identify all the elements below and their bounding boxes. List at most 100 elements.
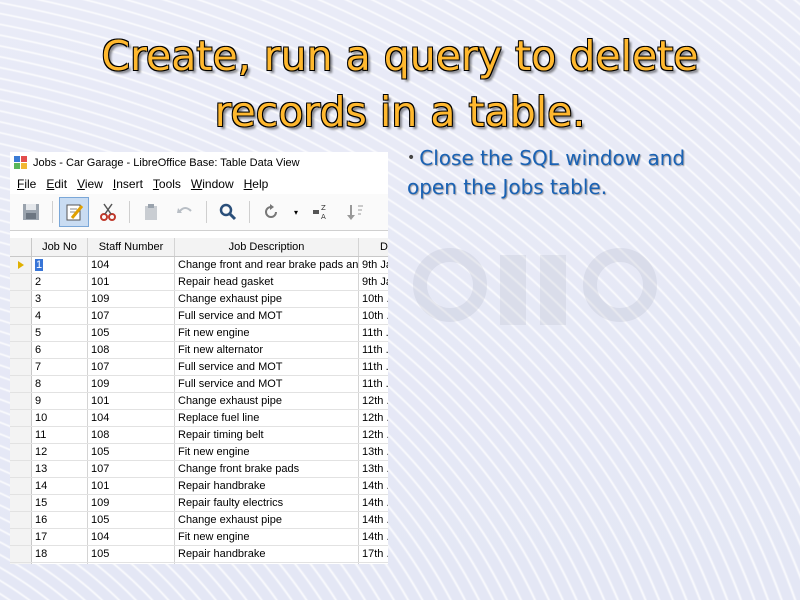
- cell-job-description[interactable]: Change exhaust pipe: [175, 291, 359, 307]
- row-selector[interactable]: [10, 325, 32, 341]
- cell-date[interactable]: 10th .: [359, 291, 388, 307]
- cell-job-no[interactable]: 11: [32, 427, 88, 443]
- cell-job-no[interactable]: 18: [32, 546, 88, 562]
- cell-date[interactable]: 14th .: [359, 478, 388, 494]
- table-row[interactable]: 4 107 Full service and MOT 10th .: [10, 308, 388, 325]
- cell-job-description[interactable]: Repair faulty electrics: [175, 495, 359, 511]
- save-button[interactable]: [16, 197, 46, 227]
- cell-staff-number[interactable]: 101: [88, 478, 175, 494]
- cell-staff-number[interactable]: 107: [88, 461, 175, 477]
- row-selector[interactable]: [10, 274, 32, 290]
- cell-date[interactable]: 12th .: [359, 410, 388, 426]
- cell-date[interactable]: 11th .: [359, 359, 388, 375]
- cell-date[interactable]: 9th Ja: [359, 274, 388, 290]
- cell-date[interactable]: 14th .: [359, 529, 388, 545]
- menu-help[interactable]: Help: [239, 177, 274, 191]
- column-header-staff-number[interactable]: Staff Number: [88, 238, 175, 256]
- cell-job-description[interactable]: Change exhaust pipe: [175, 512, 359, 528]
- table-row[interactable]: 9 101 Change exhaust pipe 12th .: [10, 393, 388, 410]
- menu-insert[interactable]: Insert: [108, 177, 148, 191]
- cell-staff-number[interactable]: 104: [88, 529, 175, 545]
- cell-staff-number[interactable]: 109: [88, 291, 175, 307]
- table-row[interactable]: 10 104 Replace fuel line 12th .: [10, 410, 388, 427]
- row-selector[interactable]: [10, 410, 32, 426]
- column-header-job-description[interactable]: Job Description: [175, 238, 359, 256]
- table-row[interactable]: 17 104 Fit new engine 14th .: [10, 529, 388, 546]
- cell-date[interactable]: 9th Ja: [359, 257, 388, 273]
- new-record-row[interactable]: ✲: [10, 563, 388, 564]
- table-data-grid[interactable]: Job No Staff Number Job Description D 11…: [10, 238, 388, 564]
- find-button[interactable]: [213, 197, 243, 227]
- row-selector[interactable]: [10, 512, 32, 528]
- cell-job-description[interactable]: Fit new engine: [175, 444, 359, 460]
- cell-job-no[interactable]: [32, 563, 88, 564]
- cell-date[interactable]: 10th .: [359, 308, 388, 324]
- cell-staff-number[interactable]: 109: [88, 495, 175, 511]
- refresh-button[interactable]: [256, 197, 286, 227]
- cell-job-description[interactable]: Repair handbrake: [175, 478, 359, 494]
- cell-date[interactable]: 11th .: [359, 325, 388, 341]
- cell-staff-number[interactable]: 104: [88, 257, 175, 273]
- cell-date[interactable]: 11th .: [359, 376, 388, 392]
- cell-staff-number[interactable]: 101: [88, 274, 175, 290]
- row-selector[interactable]: [10, 376, 32, 392]
- cell-job-no[interactable]: 17: [32, 529, 88, 545]
- cell-date[interactable]: [359, 563, 388, 564]
- table-row[interactable]: 3 109 Change exhaust pipe 10th .: [10, 291, 388, 308]
- cell-staff-number[interactable]: 105: [88, 512, 175, 528]
- table-row[interactable]: 18 105 Repair handbrake 17th .: [10, 546, 388, 563]
- cell-date[interactable]: 12th .: [359, 427, 388, 443]
- cell-staff-number[interactable]: 107: [88, 359, 175, 375]
- table-row[interactable]: 16 105 Change exhaust pipe 14th .: [10, 512, 388, 529]
- table-row[interactable]: 1 104 Change front and rear brake pads and…: [10, 257, 388, 274]
- cell-job-no[interactable]: 10: [32, 410, 88, 426]
- cell-job-description[interactable]: Full service and MOT: [175, 376, 359, 392]
- cell-job-no[interactable]: 15: [32, 495, 88, 511]
- row-selector[interactable]: [10, 546, 32, 562]
- undo-button[interactable]: [170, 197, 200, 227]
- cell-job-no[interactable]: 4: [32, 308, 88, 324]
- cell-date[interactable]: 14th .: [359, 512, 388, 528]
- table-row[interactable]: 13 107 Change front brake pads 13th .: [10, 461, 388, 478]
- cell-job-description[interactable]: Replace fuel line: [175, 410, 359, 426]
- row-selector[interactable]: [10, 308, 32, 324]
- menu-edit[interactable]: Edit: [41, 177, 72, 191]
- cell-job-description[interactable]: Change exhaust pipe: [175, 393, 359, 409]
- cut-button[interactable]: [93, 197, 123, 227]
- cell-job-no[interactable]: 13: [32, 461, 88, 477]
- menu-window[interactable]: Window: [186, 177, 239, 191]
- cell-job-description[interactable]: Full service and MOT: [175, 359, 359, 375]
- cell-job-description[interactable]: Fit new engine: [175, 529, 359, 545]
- cell-job-no[interactable]: 3: [32, 291, 88, 307]
- cell-date[interactable]: 17th .: [359, 546, 388, 562]
- cell-job-description[interactable]: Full service and MOT: [175, 308, 359, 324]
- cell-date[interactable]: 14th .: [359, 495, 388, 511]
- cell-staff-number[interactable]: 105: [88, 325, 175, 341]
- row-selector[interactable]: [10, 478, 32, 494]
- cell-job-no[interactable]: 12: [32, 444, 88, 460]
- cell-job-no[interactable]: 6: [32, 342, 88, 358]
- row-selector[interactable]: [10, 393, 32, 409]
- cell-job-no[interactable]: 8: [32, 376, 88, 392]
- cell-job-no[interactable]: 9: [32, 393, 88, 409]
- cell-job-no[interactable]: 7: [32, 359, 88, 375]
- sort-button[interactable]: ZA: [306, 197, 336, 227]
- cell-staff-number[interactable]: 109: [88, 376, 175, 392]
- sort-descending-button[interactable]: [340, 197, 370, 227]
- row-selector[interactable]: [10, 427, 32, 443]
- cell-staff-number[interactable]: 105: [88, 546, 175, 562]
- row-selector[interactable]: [10, 291, 32, 307]
- cell-job-no[interactable]: 14: [32, 478, 88, 494]
- refresh-dropdown-icon[interactable]: ▾: [290, 208, 302, 217]
- cell-job-description[interactable]: Repair timing belt: [175, 427, 359, 443]
- cell-date[interactable]: 11th .: [359, 342, 388, 358]
- new-record-selector[interactable]: ✲: [10, 563, 32, 564]
- table-row[interactable]: 8 109 Full service and MOT 11th .: [10, 376, 388, 393]
- row-selector[interactable]: [10, 359, 32, 375]
- row-selector[interactable]: [10, 342, 32, 358]
- cell-staff-number[interactable]: [88, 563, 175, 564]
- cell-staff-number[interactable]: 104: [88, 410, 175, 426]
- cell-job-no[interactable]: 5: [32, 325, 88, 341]
- edit-data-button[interactable]: [59, 197, 89, 227]
- table-row[interactable]: 15 109 Repair faulty electrics 14th .: [10, 495, 388, 512]
